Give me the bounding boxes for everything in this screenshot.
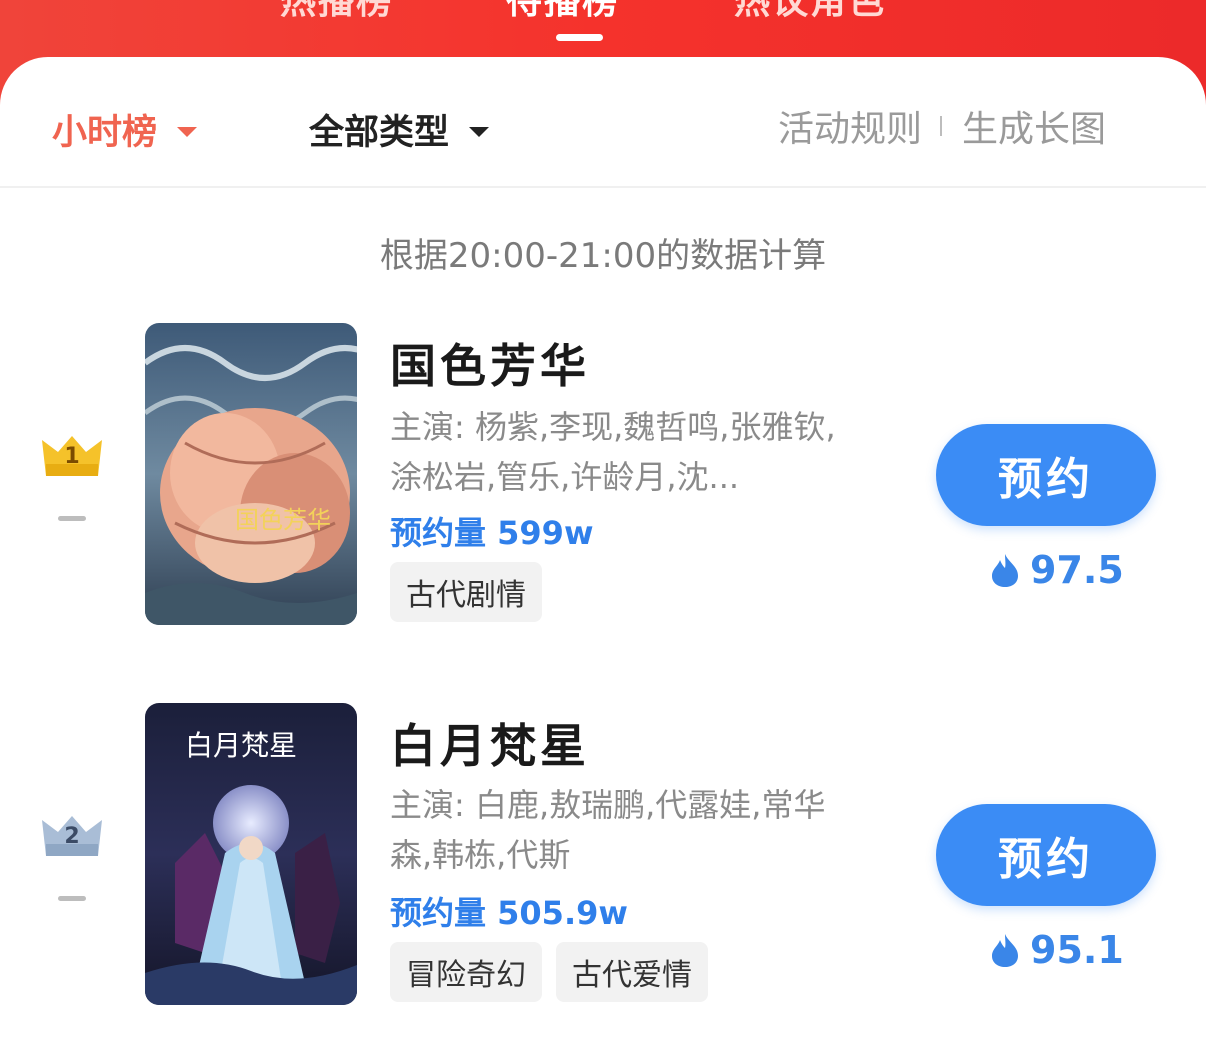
poster-image[interactable]: 白月梵星 — [145, 703, 357, 1005]
long-image-link[interactable]: 生成长图 — [962, 100, 1106, 152]
flame-icon — [992, 934, 1018, 967]
reserve-button[interactable]: 预约 — [936, 424, 1156, 526]
active-tab-indicator — [556, 34, 603, 41]
reservation-count: 预约量 505.9w — [390, 894, 628, 932]
heat-value: 95.1 — [1030, 928, 1124, 972]
poster-title-text: 白月梵星 — [185, 729, 297, 762]
poster-image[interactable]: 国色芳华 — [145, 323, 357, 625]
rules-link[interactable]: 活动规则 — [778, 100, 922, 152]
data-period-note: 根据20:00-21:00的数据计算 — [379, 236, 827, 276]
header-links: 活动规则 生成长图 — [778, 100, 1106, 152]
rank-change-indicator — [58, 896, 86, 901]
heat-score: 97.5 — [990, 548, 1124, 592]
category-dropdown[interactable]: 全部类型 — [309, 104, 490, 155]
cast-text: 主演: 白鹿,敖瑞鹏,代露娃,常华森,韩栋,代斯 — [390, 786, 826, 874]
heat-value: 97.5 — [1030, 548, 1124, 592]
genre-tag[interactable]: 古代爱情 — [556, 942, 708, 1002]
period-label: 小时榜 — [52, 113, 158, 153]
poster-title-text: 国色芳华 — [235, 506, 331, 534]
heat-score: 95.1 — [990, 928, 1124, 972]
caret-down-icon — [177, 126, 198, 137]
period-dropdown[interactable]: 小时榜 — [52, 104, 198, 155]
cast-text: 主演: 杨紫,李现,魏哲鸣,张雅钦,涂松岩,管乐,许龄月,沈... — [390, 408, 836, 496]
drama-title[interactable]: 白月梵星 — [390, 710, 590, 776]
rank-number: 1 — [64, 444, 80, 469]
tab-hot-characters[interactable]: 热议角色 — [734, 0, 886, 24]
tab-hot-playing[interactable]: 热播榜 — [280, 0, 394, 24]
drama-title[interactable]: 国色芳华 — [390, 330, 590, 396]
rank-change-indicator — [58, 516, 86, 521]
flame-icon — [992, 554, 1018, 587]
reservation-count: 预约量 599w — [390, 514, 594, 552]
filter-divider — [0, 186, 1206, 188]
list-item[interactable]: 1 国色芳华 国色芳华 主演: 杨紫,李现,魏哲鸣,张雅钦,涂松岩,管乐,许龄月… — [0, 320, 1206, 630]
crown-icon: 2 — [40, 812, 104, 856]
genre-tag[interactable]: 古代剧情 — [390, 562, 542, 622]
crown-icon: 1 — [40, 432, 104, 476]
link-divider — [940, 116, 943, 136]
list-item[interactable]: 2 白月梵星 白月梵星 主演: 白鹿,敖瑞鹏,代露娃,常华森,韩栋,代斯 预约量… — [0, 700, 1206, 1010]
genre-tag[interactable]: 冒险奇幻 — [390, 942, 542, 1002]
caret-down-icon — [469, 126, 490, 137]
genre-tags: 冒险奇幻 古代爱情 — [390, 942, 708, 1002]
tab-upcoming[interactable]: 待播榜 — [506, 0, 620, 24]
genre-tags: 古代剧情 — [390, 562, 542, 622]
rank-number: 2 — [64, 824, 80, 849]
reserve-button[interactable]: 预约 — [936, 804, 1156, 906]
category-label: 全部类型 — [309, 113, 450, 153]
